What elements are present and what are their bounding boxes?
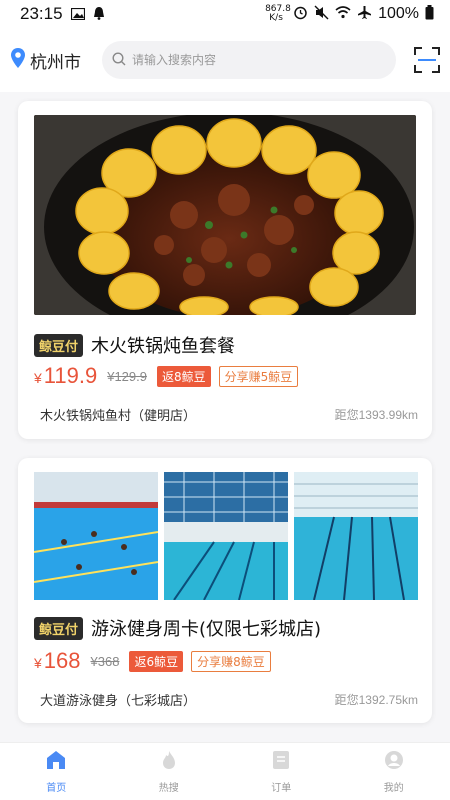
- flame-icon: [158, 749, 180, 775]
- original-price: ¥368: [90, 653, 120, 669]
- airplane-icon: [357, 5, 372, 24]
- tab-label: 我的: [383, 783, 404, 794]
- battery-percent: 100%: [378, 5, 419, 22]
- deal-photo: [164, 472, 288, 600]
- notification-icon: [93, 5, 105, 24]
- order-icon: [270, 749, 292, 775]
- tab-home[interactable]: 首页: [0, 743, 113, 800]
- deal-card[interactable]: 鲸豆付 木火铁锅炖鱼套餐 ¥119.9 ¥129.9 返8鲸豆 分享赚5鲸豆 木…: [18, 101, 432, 439]
- status-bar: 23:15 867.8 K/s 100%: [0, 0, 450, 28]
- status-time: 23:15: [20, 4, 63, 23]
- shop-name: 大道游泳健身（七彩城店）: [40, 694, 197, 709]
- battery-icon: [425, 4, 434, 24]
- original-price: ¥129.9: [107, 368, 147, 384]
- share-reward-tag[interactable]: 分享赚5鲸豆: [218, 365, 299, 387]
- scan-icon: [414, 47, 440, 77]
- deal-photo: [294, 472, 418, 600]
- rebate-tag: 返8鲸豆: [156, 365, 211, 387]
- location-pin-icon: [10, 47, 26, 73]
- city-label: 杭州市: [30, 52, 81, 73]
- deal-photo: [34, 472, 158, 600]
- payment-badge: 鲸豆付: [34, 616, 84, 640]
- search-input[interactable]: [132, 53, 372, 67]
- rebate-tag: 返6鲸豆: [129, 650, 184, 672]
- gallery-icon: [70, 5, 85, 24]
- deal-title: 木火铁锅炖鱼套餐: [91, 336, 236, 357]
- payment-badge: 鲸豆付: [34, 333, 84, 357]
- deal-photo: [34, 115, 416, 315]
- mute-icon: [314, 5, 329, 24]
- alarm-icon: [293, 5, 308, 24]
- shop-name: 木火铁锅炖鱼村（健明店）: [40, 409, 197, 424]
- tab-label: 首页: [46, 783, 67, 794]
- home-icon: [45, 749, 67, 775]
- share-reward-tag[interactable]: 分享赚8鲸豆: [191, 650, 271, 672]
- top-bar: 杭州市: [0, 28, 450, 92]
- tab-label: 订单: [271, 783, 292, 794]
- distance-label: 距您1393.99km: [334, 408, 418, 422]
- deal-price: ¥168: [34, 648, 81, 673]
- tab-hot-search[interactable]: 热搜: [113, 743, 226, 800]
- deal-title: 游泳健身周卡(仅限七彩城店): [91, 619, 322, 640]
- bottom-tab-bar: 首页 热搜 订单 我的: [0, 742, 450, 800]
- tab-label: 热搜: [158, 783, 179, 794]
- deal-price: ¥119.9: [34, 363, 98, 388]
- search-icon: [112, 51, 126, 70]
- net-speed: 867.8 K/s: [265, 4, 291, 23]
- deal-card[interactable]: 鲸豆付 游泳健身周卡(仅限七彩城店) ¥168 ¥368 返6鲸豆 分享赚8鲸豆…: [18, 458, 432, 723]
- search-bar[interactable]: [102, 41, 396, 79]
- tab-orders[interactable]: 订单: [225, 743, 338, 800]
- scan-button[interactable]: [414, 47, 440, 73]
- location-selector[interactable]: 杭州市: [10, 47, 98, 73]
- profile-icon: [383, 749, 405, 775]
- tab-profile[interactable]: 我的: [338, 743, 450, 800]
- wifi-icon: [335, 5, 351, 23]
- distance-label: 距您1392.75km: [334, 693, 418, 707]
- deal-photo-gallery: [34, 472, 418, 600]
